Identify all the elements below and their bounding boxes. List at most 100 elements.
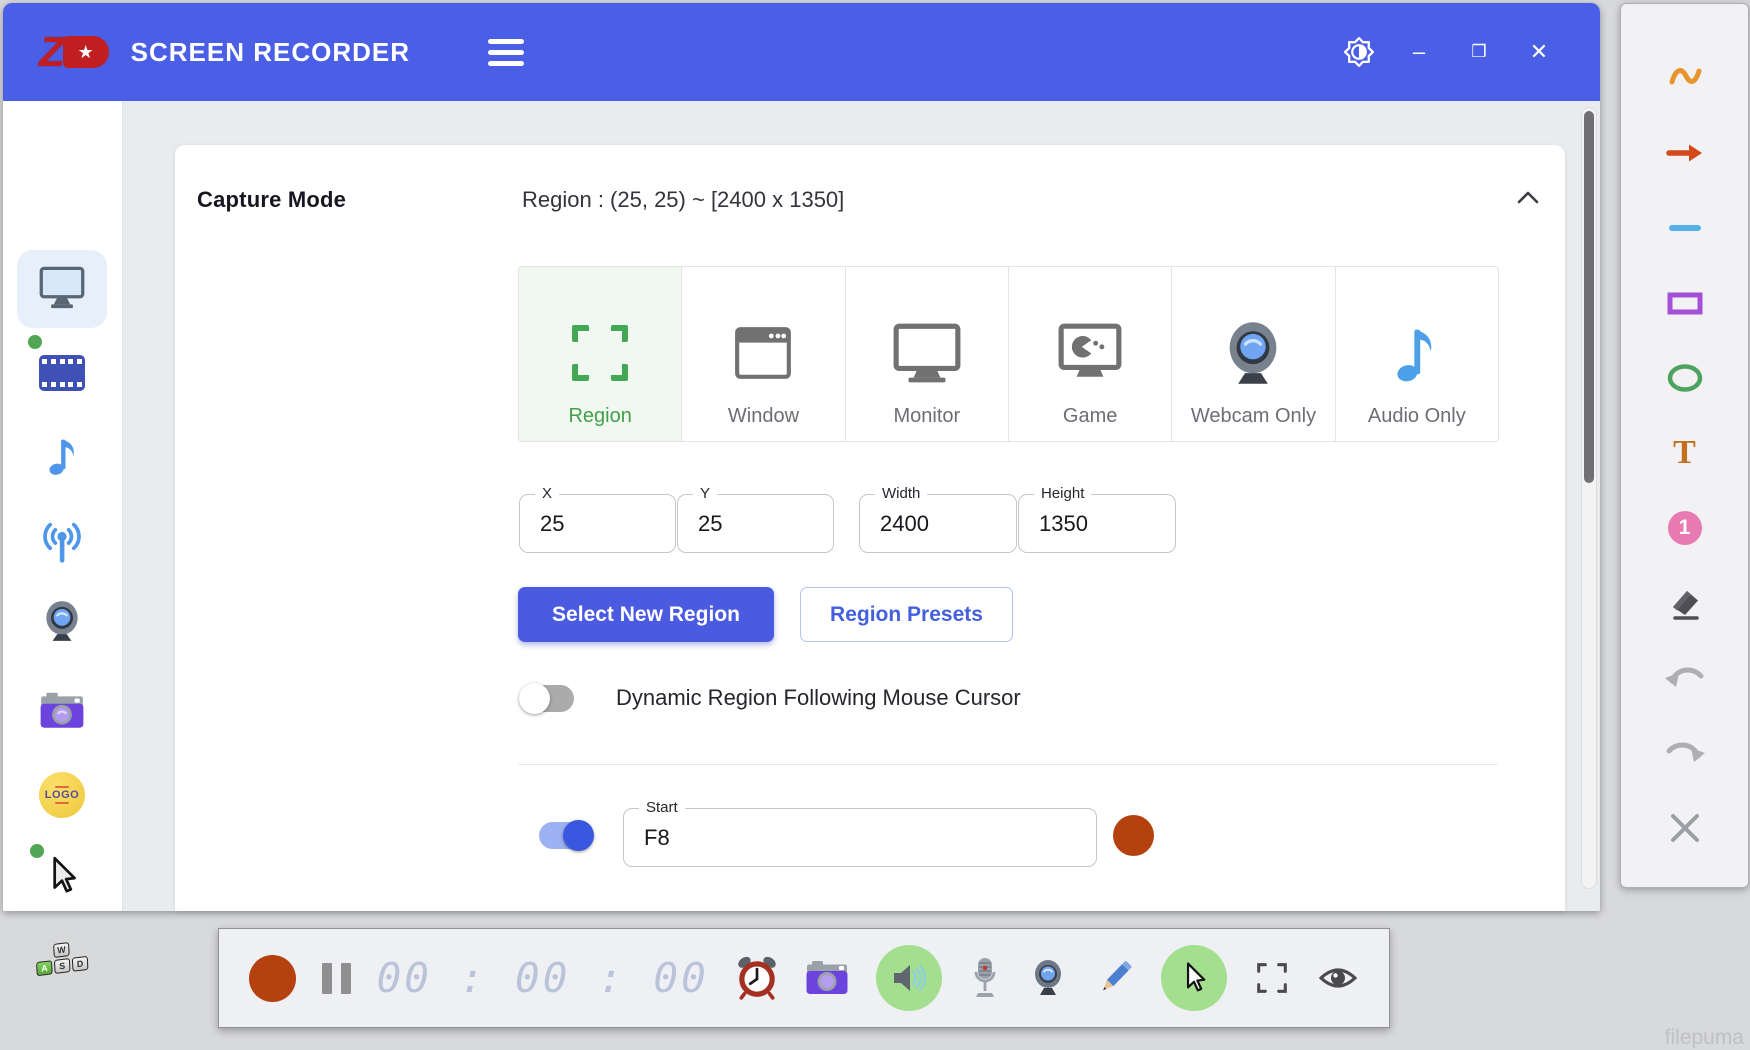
mode-label: Window [728,405,799,428]
pause-button[interactable] [322,963,351,994]
mode-label: Region [568,405,631,428]
collapse-chevron-icon[interactable] [1515,189,1541,209]
screenshot-button[interactable] [804,958,850,998]
sidebar-item-webcam[interactable] [26,585,98,657]
sidebar-item-audio[interactable] [26,419,98,491]
sidebar-item-broadcast[interactable] [26,507,98,579]
brightness-icon [1344,37,1374,67]
width-field-label: Width [875,485,927,502]
sidebar-item-screenshot[interactable] [26,675,98,747]
capture-summary: Region : (25, 25) ~ [2400 x 1350] [522,187,844,213]
number-badge-icon: 1 [1668,511,1702,545]
redo-tool[interactable] [1663,731,1707,775]
cursor-icon [1177,959,1211,997]
speaker-icon [889,958,929,998]
close-x-icon [1666,809,1704,847]
width-input[interactable] [860,495,1016,552]
alarm-clock-icon [735,955,779,1001]
app-title: SCREEN RECORDER [131,37,410,68]
mode-tile-region[interactable]: Region [518,266,682,442]
webcam-icon [1028,957,1068,999]
width-field: Width [859,494,1017,553]
green-badge [28,335,42,349]
undo-icon [1663,660,1707,696]
mode-tile-game[interactable]: Game [1008,266,1172,442]
scrollbar-thumb[interactable] [1584,111,1594,483]
camera-icon [804,958,850,998]
annotation-toolbar: T 1 [1620,3,1749,888]
ellipse-tool[interactable] [1663,356,1707,400]
logo-badge-text: LOGO [45,789,79,801]
rectangle-tool[interactable] [1663,281,1707,325]
wasd-keys-icon: W A S D [34,940,89,983]
app-logo: Z ★ [39,31,109,73]
recording-timer: 00 : 00 : 00 [377,954,709,1002]
maximize-button[interactable]: ❒ [1464,37,1494,67]
redo-icon [1663,735,1707,771]
height-input[interactable] [1019,495,1175,552]
x-input[interactable] [520,495,675,552]
mode-tile-audio-only[interactable]: Audio Only [1335,266,1499,442]
brand-star-icon: ★ [63,36,109,68]
minimize-button[interactable]: – [1404,37,1434,67]
y-input[interactable] [678,495,833,552]
ellipse-icon [1664,358,1706,398]
recording-toolbar: 00 : 00 : 00 [218,928,1390,1028]
speaker-button[interactable] [876,945,942,1011]
sidebar-item-video-library[interactable] [26,337,98,409]
select-new-region-button[interactable]: Select New Region [518,587,774,642]
region-presets-button[interactable]: Region Presets [800,587,1013,642]
freehand-tool[interactable] [1663,56,1707,100]
hotkey-row: Start [175,808,1565,862]
number-badge-tool[interactable]: 1 [1663,506,1707,550]
main-window: Z ★ SCREEN RECORDER – ❒ ✕ [3,3,1600,911]
mode-tile-monitor[interactable]: Monitor [845,266,1009,442]
close-button[interactable]: ✕ [1524,37,1554,67]
sidebar-item-keystroke-display[interactable]: W A S D [26,925,98,997]
broadcast-icon [38,520,86,566]
cursor-highlight-button[interactable] [1161,945,1227,1011]
sidebar-item-logo-watermark[interactable]: LOGO [26,759,98,831]
mode-tile-webcam-only[interactable]: Webcam Only [1171,266,1335,442]
text-tool[interactable]: T [1663,431,1707,475]
webcam-icon [1219,311,1287,395]
sidebar-item-cursor-effects[interactable] [26,840,98,912]
record-button[interactable] [249,955,296,1002]
start-hotkey-input[interactable] [624,809,1096,866]
mode-tile-window[interactable]: Window [681,266,845,442]
start-hotkey-toggle[interactable] [539,822,591,849]
squiggle-icon [1665,58,1705,98]
y-field-label: Y [693,485,717,502]
scrollbar-track[interactable] [1581,107,1597,889]
preview-button[interactable] [1317,958,1359,998]
dynamic-region-toggle[interactable] [522,685,574,712]
sidebar-item-screen-capture[interactable] [26,252,98,324]
webcam-icon [39,598,85,644]
hotkey-record-indicator[interactable] [1113,815,1154,856]
undo-tool[interactable] [1663,656,1707,700]
sidebar: LOGO W A S D [3,101,123,911]
theme-toggle-icon[interactable] [1344,37,1374,67]
menu-icon[interactable] [488,39,524,66]
arrow-tool[interactable] [1663,131,1707,175]
schedule-button[interactable] [735,955,779,1001]
capture-mode-tiles: Region Window [518,266,1499,442]
microphone-button[interactable] [968,955,1002,1001]
webcam-button[interactable] [1028,957,1068,999]
titlebar: Z ★ SCREEN RECORDER – ❒ ✕ [3,3,1600,101]
line-tool[interactable] [1663,206,1707,250]
height-field: Height [1018,494,1176,553]
pencil-icon [1094,957,1136,999]
start-hotkey-label: Start [639,799,685,816]
region-frame-button[interactable] [1253,959,1291,997]
record-icon [249,955,296,1002]
line-icon [1665,208,1705,248]
mode-label: Webcam Only [1191,405,1316,428]
capture-mode-card: Capture Mode Region : (25, 25) ~ [2400 x… [175,145,1565,911]
camera-icon [38,690,86,732]
region-icon [572,311,628,395]
close-annotation-tool[interactable] [1663,806,1707,850]
rectangle-icon [1665,283,1705,323]
eraser-tool[interactable] [1663,581,1707,625]
annotate-button[interactable] [1094,957,1136,999]
